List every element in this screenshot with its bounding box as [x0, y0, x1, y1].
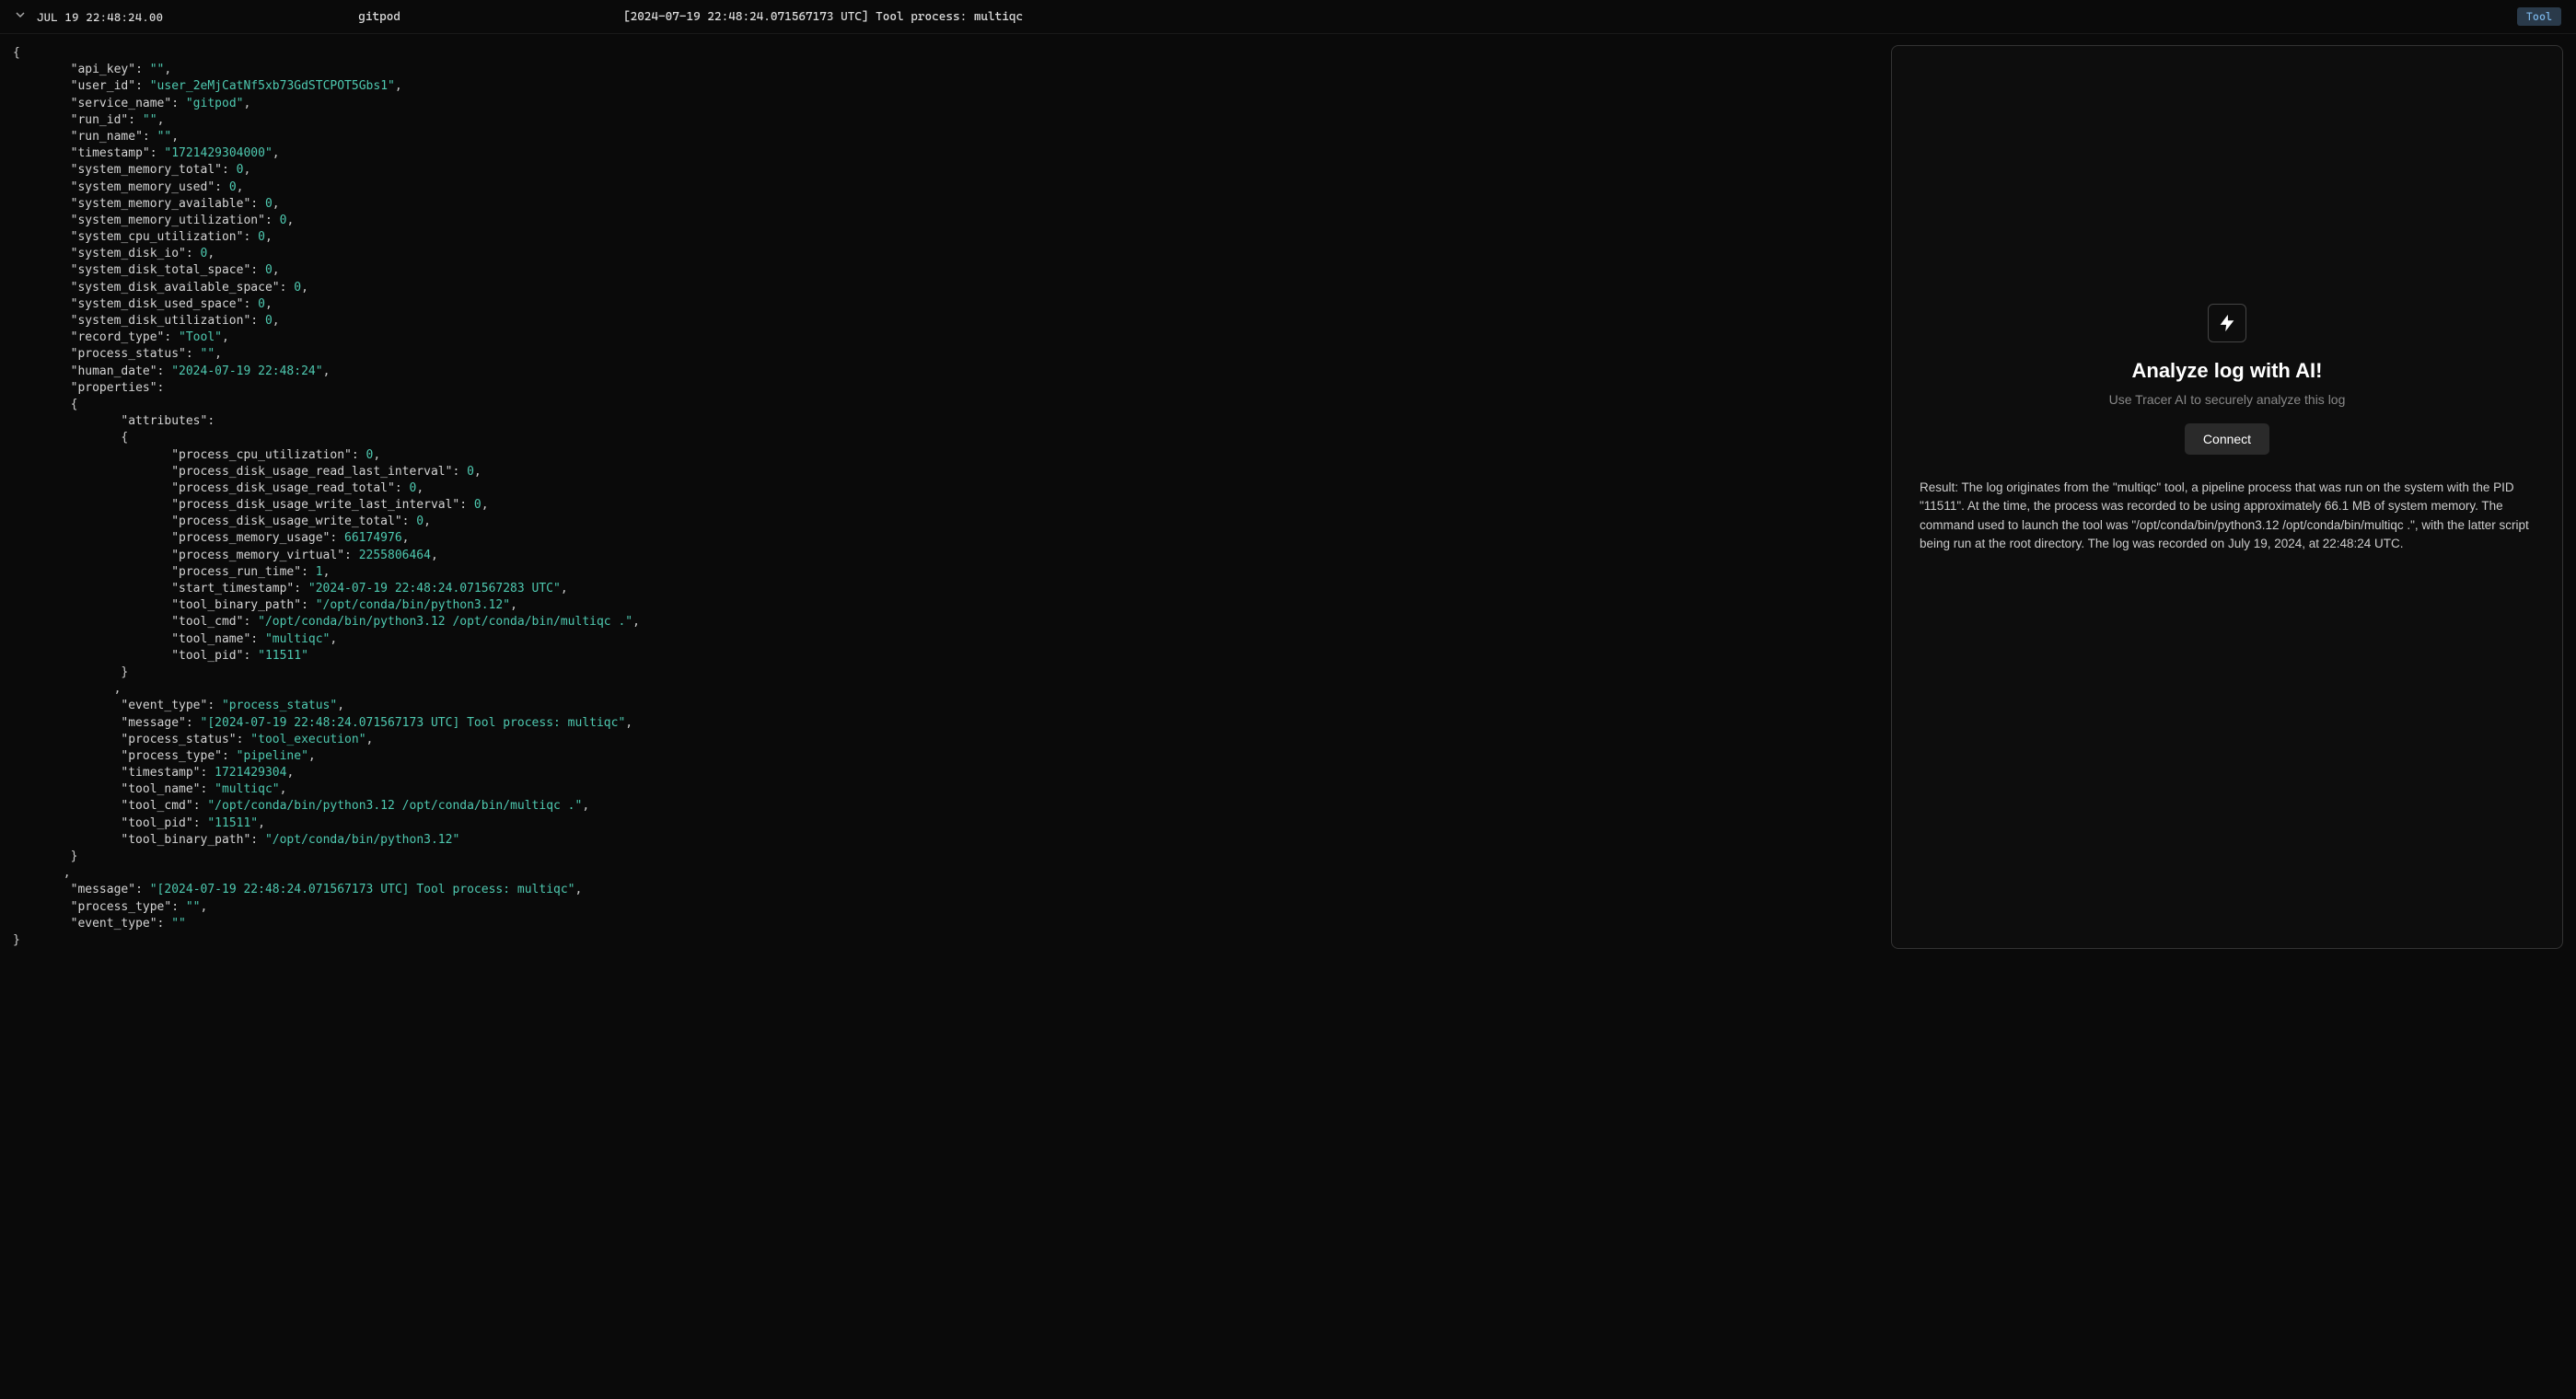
main-content: { "api_key": "", "user_id": "user_2eMjCa… — [0, 34, 2576, 960]
lightning-icon — [2208, 304, 2246, 342]
chevron-down-icon[interactable] — [15, 9, 26, 24]
json-viewer[interactable]: { "api_key": "", "user_id": "user_2eMjCa… — [13, 45, 1878, 949]
ai-subtitle: Use Tracer AI to securely analyze this l… — [2109, 392, 2346, 407]
ai-title: Analyze log with AI! — [2132, 359, 2323, 383]
header-message: [2024-07-19 22:48:24.071567173 UTC] Tool… — [623, 10, 2506, 24]
connect-button[interactable]: Connect — [2185, 423, 2269, 455]
log-header: JUL 19 22:48:24.00 gitpod [2024-07-19 22… — [0, 0, 2576, 34]
header-timestamp: JUL 19 22:48:24.00 — [37, 10, 163, 24]
record-type-badge: Tool — [2517, 7, 2561, 26]
header-service: gitpod — [358, 10, 400, 24]
ai-panel: Analyze log with AI! Use Tracer AI to se… — [1891, 45, 2563, 949]
ai-result-text: Result: The log originates from the "mul… — [1920, 479, 2535, 553]
